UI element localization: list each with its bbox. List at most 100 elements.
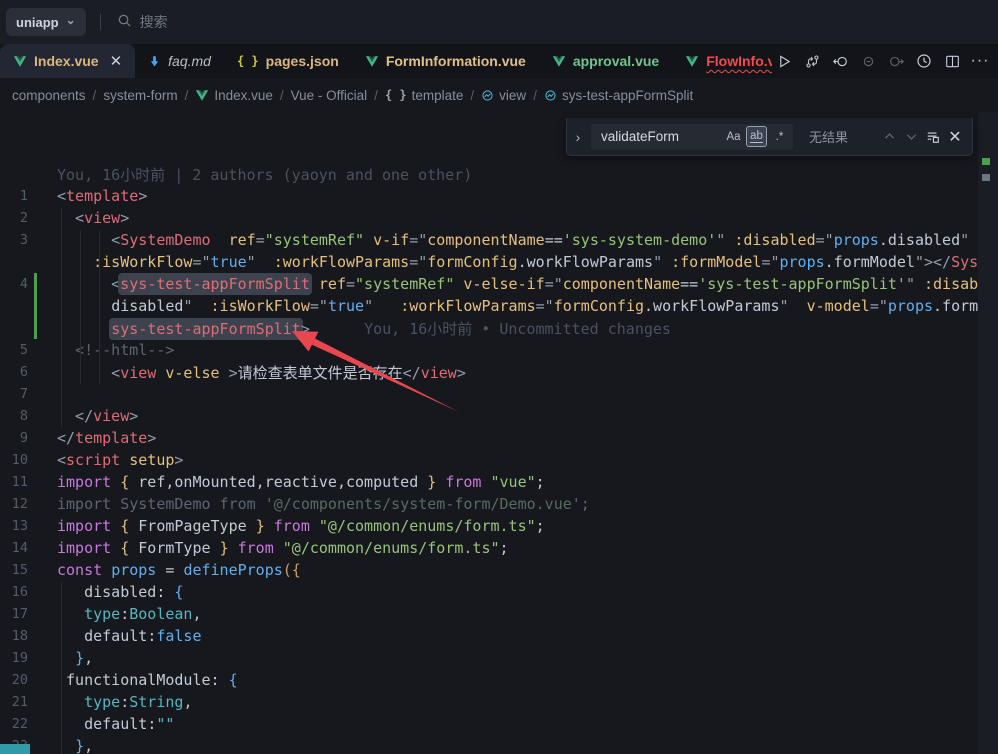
code-line-10[interactable]: 10<script setup> — [0, 449, 978, 471]
line-number[interactable]: 19 — [0, 650, 28, 666]
code-line-7[interactable]: 7 — [0, 383, 978, 405]
line-number[interactable]: 2 — [0, 210, 28, 226]
code-text: <view> — [57, 209, 129, 227]
tab-faq-md[interactable]: faq.md — [135, 44, 224, 78]
code-line-11[interactable]: 11import { ref,onMounted,reactive,comput… — [0, 471, 978, 493]
line-number[interactable]: 5 — [0, 342, 28, 358]
code-line-16[interactable]: 16 disabled: { — [0, 581, 978, 603]
breadcrumb-item-components[interactable]: components — [12, 88, 86, 103]
line-number[interactable]: 18 — [0, 628, 28, 644]
timeline-button[interactable] — [912, 49, 936, 73]
code-line-20[interactable]: 20 functionalModule: { — [0, 669, 978, 691]
code-line-23[interactable]: 23 }, — [0, 735, 978, 754]
line-number[interactable]: 8 — [0, 408, 28, 424]
breadcrumb-item-template[interactable]: { }template — [385, 88, 463, 103]
code-line-3[interactable]: 3 <SystemDemo ref="systemRef" v-if="comp… — [0, 229, 978, 251]
line-number[interactable]: 15 — [0, 562, 28, 578]
split-editor-button[interactable] — [940, 49, 964, 73]
tab-index-vue[interactable]: Index.vue ✕ — [0, 44, 135, 78]
code-line-1[interactable]: 1<template> — [0, 185, 978, 207]
breadcrumb-label: Index.vue — [214, 88, 273, 103]
line-number[interactable]: 22 — [0, 716, 28, 732]
code-text: You, 16小时前 | 2 authors (yaoyn and one ot… — [57, 164, 472, 185]
tab-pages-json[interactable]: { }pages.json — [224, 44, 352, 78]
tab-label: pages.json — [266, 53, 339, 69]
code-line-wrap[interactable]: You, 16小时前 | 2 authors (yaoyn and one ot… — [0, 163, 978, 185]
code-line-9[interactable]: 9</template> — [0, 427, 978, 449]
tab-forminformation-vue[interactable]: FormInformation.vue — [352, 44, 539, 78]
code-line-6[interactable]: 6 <view v-else >请检查表单文件是否存在</view> — [0, 361, 978, 383]
find-input[interactable] — [599, 128, 721, 145]
code-line-wrap[interactable]: disabled" :isWorkFlow="true" :workFlowPa… — [0, 295, 978, 317]
code-line-5[interactable]: 5 <!--html--> — [0, 339, 978, 361]
breadcrumb-separator: / — [470, 88, 474, 103]
circle-button[interactable] — [856, 49, 880, 73]
whole-word-button[interactable]: ab — [746, 126, 767, 147]
line-number[interactable]: 10 — [0, 452, 28, 468]
git-compare-button[interactable] — [800, 49, 824, 73]
tab-label: Index.vue — [34, 53, 99, 69]
line-number[interactable]: 17 — [0, 606, 28, 622]
scrollbar[interactable] — [978, 112, 998, 754]
vue-icon — [685, 54, 699, 68]
overview-ruler-mark — [982, 158, 990, 165]
previous-match-button[interactable] — [878, 126, 900, 148]
global-search-input[interactable]: 搜索 — [117, 12, 168, 32]
more-actions-button[interactable]: ··· — [968, 49, 992, 73]
breadcrumb-label: template — [412, 88, 464, 103]
line-number[interactable]: 21 — [0, 694, 28, 710]
toggle-replace-button[interactable]: › — [571, 129, 585, 145]
code-text: const props = defineProps({ — [57, 561, 301, 579]
code-line-8[interactable]: 8 </view> — [0, 405, 978, 427]
close-icon[interactable]: ✕ — [110, 52, 123, 70]
code-line-19[interactable]: 19 }, — [0, 647, 978, 669]
code-line-14[interactable]: 14import { FormType } from "@/common/enu… — [0, 537, 978, 559]
match-case-button[interactable]: Aa — [723, 126, 744, 147]
navigate-forward-button[interactable] — [884, 49, 908, 73]
run-button[interactable] — [772, 49, 796, 73]
line-number[interactable]: 20 — [0, 672, 28, 688]
code-line-12[interactable]: 12import SystemDemo from '@/components/s… — [0, 493, 978, 515]
line-number[interactable]: 13 — [0, 518, 28, 534]
navigate-back-button[interactable] — [828, 49, 852, 73]
tab-flowinfo-vu[interactable]: FlowInfo.vu — [672, 44, 772, 78]
find-in-selection-button[interactable] — [922, 126, 944, 148]
indent-guide — [99, 230, 100, 384]
line-number[interactable]: 12 — [0, 496, 28, 512]
code-editor[interactable]: You, 16小时前 | 2 authors (yaoyn and one ot… — [0, 112, 978, 754]
code-text: </view> — [57, 407, 138, 425]
project-menu-button[interactable]: uniapp ⌄ — [6, 8, 86, 36]
next-match-button[interactable] — [900, 126, 922, 148]
code-line-22[interactable]: 22 default:"" — [0, 713, 978, 735]
line-number[interactable]: 11 — [0, 474, 28, 490]
git-change-bar — [34, 295, 37, 317]
line-number[interactable]: 6 — [0, 364, 28, 380]
line-number[interactable]: 1 — [0, 188, 28, 204]
editor-actions: ··· — [772, 44, 998, 78]
code-line-17[interactable]: 17 type:Boolean, — [0, 603, 978, 625]
line-number[interactable]: 3 — [0, 232, 28, 248]
breadcrumb-item-system-form[interactable]: system-form — [103, 88, 177, 103]
code-line-15[interactable]: 15 const props = defineProps({ — [0, 559, 978, 581]
gutter-spacer — [34, 251, 37, 273]
breadcrumb-item-vue-official[interactable]: Vue - Official — [291, 88, 368, 103]
breadcrumb-item-view[interactable]: view — [481, 88, 526, 103]
close-find-button[interactable]: ✕ — [944, 126, 966, 148]
line-number[interactable]: 16 — [0, 584, 28, 600]
line-number[interactable]: 7 — [0, 386, 28, 402]
tab-approval-vue[interactable]: approval.vue — [539, 44, 672, 78]
regex-button[interactable]: .* — [769, 126, 790, 147]
code-line-13[interactable]: 13import { FromPageType } from "@/common… — [0, 515, 978, 537]
code-line-2[interactable]: 2 <view> — [0, 207, 978, 229]
code-line-wrap[interactable]: :isWorkFlow="true" :workFlowParams="form… — [0, 251, 978, 273]
code-line-21[interactable]: 21 type:String, — [0, 691, 978, 713]
line-number[interactable]: 4 — [0, 276, 28, 292]
gutter-spacer — [34, 691, 37, 713]
line-number[interactable]: 9 — [0, 430, 28, 446]
code-line-4[interactable]: 4 <sys-test-appFormSplit ref="systemRef"… — [0, 273, 978, 295]
code-line-wrap[interactable]: sys-test-appFormSplit> You, 16小时前 • Unco… — [0, 317, 978, 339]
breadcrumb-item-sys-test-appformsplit[interactable]: sys-test-appFormSplit — [544, 88, 693, 103]
breadcrumb-item-index-vue[interactable]: Index.vue — [195, 88, 273, 103]
code-line-18[interactable]: 18 default:false — [0, 625, 978, 647]
line-number[interactable]: 14 — [0, 540, 28, 556]
